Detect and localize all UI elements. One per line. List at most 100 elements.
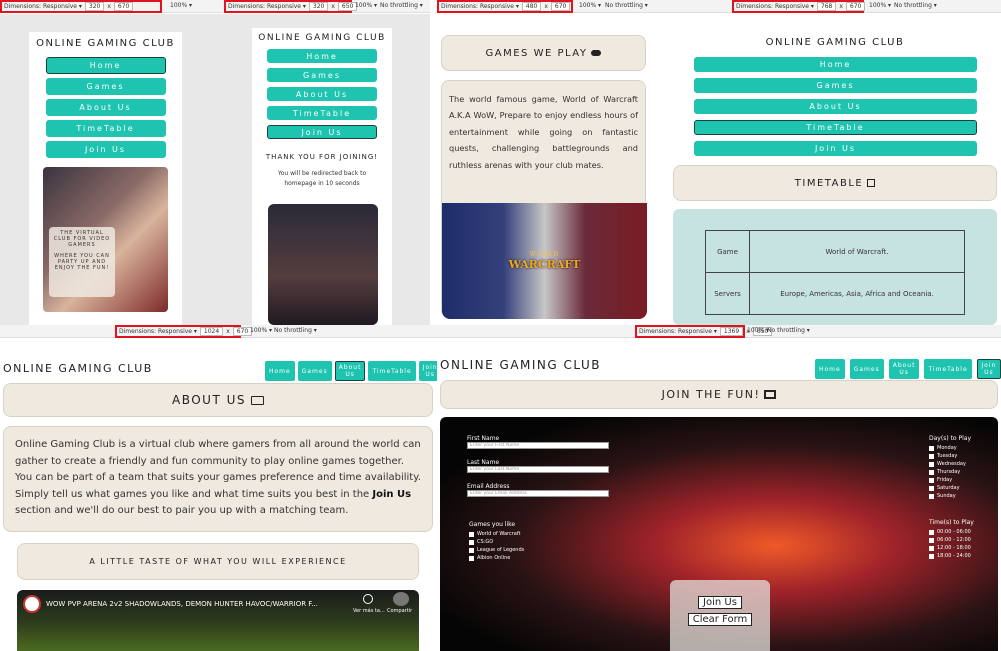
video-title[interactable]: WOW PVP ARENA 2v2 SHADOWLANDS, DEMON HUN… <box>46 600 318 608</box>
day-checkbox[interactable]: Wednesday <box>929 461 971 467</box>
time-checkbox[interactable]: 12:00 - 18:00 <box>929 545 974 551</box>
games-description: The world famous game, World of Warcraft… <box>449 94 638 170</box>
day-checkbox[interactable]: Thursday <box>929 469 971 475</box>
table-row: Game World of Warcraft. <box>705 230 965 273</box>
timetable-heading-box: TIMETABLE <box>673 165 997 201</box>
nav-join[interactable]: Join Us <box>267 125 377 139</box>
join-heading-box: JOIN THE FUN! <box>440 380 998 409</box>
email-input[interactable]: Enter your Email Address <box>467 490 609 497</box>
nav-home[interactable]: Home <box>267 49 377 63</box>
nav-home[interactable]: Home <box>265 361 295 381</box>
site-title: ONLINE GAMING CLUB <box>440 358 601 372</box>
dimensions-selector[interactable]: Dimensions: Responsive ▾ 480 x 670 <box>437 0 573 13</box>
nav-join[interactable]: Join Us <box>694 141 977 156</box>
email-label: Email Address <box>467 483 510 490</box>
timetable-table: Game World of Warcraft. Servers Europe, … <box>705 230 965 315</box>
last-name-input[interactable]: Enter your Last Name <box>467 466 609 473</box>
zoom-select[interactable]: 100% ▾ <box>170 2 192 9</box>
day-checkbox[interactable]: Saturday <box>929 485 971 491</box>
dimensions-selector[interactable]: Dimensions: Responsive ▾ 320 x 650 <box>224 0 358 13</box>
clear-form-button[interactable]: Clear Form <box>687 613 753 626</box>
nav-games[interactable]: Games <box>694 78 977 93</box>
devtools-toolbar: Dimensions: Responsive ▾ 1024 x 670 100%… <box>0 325 437 338</box>
nav-about[interactable]: About Us <box>334 361 366 381</box>
thanks-image <box>268 204 378 325</box>
game-checkbox[interactable]: Albion Online <box>469 555 524 561</box>
nav-about[interactable]: About Us <box>694 99 977 114</box>
first-name-label: First Name <box>467 435 500 442</box>
panel-tablet-768-timetable: Dimensions: Responsive ▾ 768 x 670 100% … <box>669 0 1001 325</box>
days-label: Day(s) to Play <box>929 435 972 442</box>
thanks-heading: THANK YOU FOR JOINING! <box>265 153 379 161</box>
game-checkbox[interactable]: CS:GO <box>469 539 524 545</box>
table-row: Servers Europe, Americas, Asia, Africa a… <box>705 272 965 315</box>
site-title: ONLINE GAMING CLUB <box>765 37 905 48</box>
day-checkbox[interactable]: Monday <box>929 445 971 451</box>
dimensions-selector[interactable]: Dimensions: Responsive ▾ 1024 x 670 <box>115 325 253 338</box>
about-text-end: section and we'll do our best to pair yo… <box>15 505 349 516</box>
site-title: ONLINE GAMING CLUB <box>3 362 153 375</box>
nav-timetable[interactable]: TimeTable <box>924 359 972 379</box>
about-heading: ABOUT US <box>171 393 246 407</box>
width-input[interactable]: 320 <box>84 2 105 11</box>
games-heading-box: GAMES WE PLAY <box>441 35 646 71</box>
devtools-toolbar: Dimensions: Responsive ▾ 320 x 650 100% … <box>222 0 430 13</box>
nav-home[interactable]: Home <box>694 57 977 72</box>
hero-subtagline: WHERE YOU CAN PARTY UP AND ENJOY THE FUN… <box>54 253 110 271</box>
nav-about[interactable]: About Us <box>45 99 166 116</box>
video-embed[interactable]: WOW PVP ARENA 2v2 SHADOWLANDS, DEMON HUN… <box>17 590 419 651</box>
warcraft-logo: WARCRAFT <box>508 258 581 271</box>
dimensions-selector[interactable]: Dimensions: Responsive ▾ 1369 x 650 <box>635 325 773 338</box>
nav-join[interactable]: Join Us <box>418 361 437 381</box>
taste-heading: A LITTLE TASTE OF WHAT YOU WILL EXPERIEN… <box>89 557 347 566</box>
game-checkbox[interactable]: League of Legends <box>469 547 524 553</box>
panel-mobile-320-thanks: Dimensions: Responsive ▾ 320 x 650 100% … <box>222 0 430 325</box>
time-checkbox[interactable]: 06:00 - 12:00 <box>929 537 974 543</box>
site-title: ONLINE GAMING CLUB <box>36 38 175 49</box>
dimensions-selector[interactable]: Dimensions: Responsive ▾ 320 x 670 <box>0 0 162 13</box>
first-name-input[interactable]: Enter your First Name <box>467 442 609 449</box>
day-checkbox[interactable]: Friday <box>929 477 971 483</box>
dimensions-selector[interactable]: Dimensions: Responsive ▾ 768 x 670 <box>732 0 866 13</box>
nav-join[interactable]: Join Us <box>45 141 166 158</box>
share-label[interactable]: Compartir <box>387 608 412 614</box>
last-name-label: Last Name <box>467 459 500 466</box>
height-input[interactable]: 670 <box>113 2 134 11</box>
redirect-text: You will be redirected back to homepage … <box>277 170 367 187</box>
nav-games[interactable]: Games <box>297 361 332 381</box>
nav-join[interactable]: Join Us <box>976 359 1001 379</box>
hero-image: THE VIRTUAL CLUB FOR VIDEO GAMERS WHERE … <box>43 167 168 312</box>
nav-games[interactable]: Games <box>45 78 166 95</box>
nav-timetable[interactable]: TimeTable <box>267 106 377 120</box>
day-checkbox[interactable]: Tuesday <box>929 453 971 459</box>
nav-games[interactable]: Games <box>267 68 377 82</box>
warcraft-logo-top: WORLD <box>529 251 560 258</box>
time-checkbox[interactable]: 00:00 - 06:00 <box>929 529 974 535</box>
devtools-toolbar: Dimensions: Responsive ▾ 320 x 670 100% … <box>0 0 222 13</box>
games-heading: GAMES WE PLAY <box>485 47 588 59</box>
devtools-toolbar: Dimensions: Responsive ▾ 768 x 670 100% … <box>669 0 1001 13</box>
nav-timetable[interactable]: TimeTable <box>694 120 977 135</box>
nav-home[interactable]: Home <box>815 359 845 379</box>
nav-about[interactable]: About Us <box>267 87 377 101</box>
nav-games[interactable]: Games <box>849 359 884 379</box>
watch-later-label[interactable]: Ver más ta... <box>353 608 385 614</box>
nav-home[interactable]: Home <box>45 57 166 74</box>
join-us-link[interactable]: Join Us <box>372 489 411 500</box>
clock-icon[interactable] <box>363 594 373 604</box>
nav-timetable[interactable]: TimeTable <box>45 120 166 137</box>
hero-tagline: THE VIRTUAL CLUB FOR VIDEO GAMERS <box>53 230 111 248</box>
nav-timetable[interactable]: TimeTable <box>368 361 416 381</box>
games-card: The world famous game, World of Warcraft… <box>441 80 647 319</box>
join-us-button[interactable]: Join Us <box>698 596 742 609</box>
gamepad-icon <box>591 50 602 56</box>
nav-about[interactable]: About Us <box>888 359 920 379</box>
id-card-icon <box>251 395 264 405</box>
panel-desktop-1369-join: Dimensions: Responsive ▾ 1369 x 650 100%… <box>437 325 1001 651</box>
about-heading-box: ABOUT US <box>3 383 433 417</box>
game-checkbox[interactable]: World of Warcraft <box>469 531 524 537</box>
time-checkbox[interactable]: 18:00 - 24:00 <box>929 553 974 559</box>
day-checkbox[interactable]: Sunday <box>929 493 971 499</box>
share-icon[interactable] <box>393 592 409 606</box>
timetable-heading: TIMETABLE <box>794 177 864 189</box>
